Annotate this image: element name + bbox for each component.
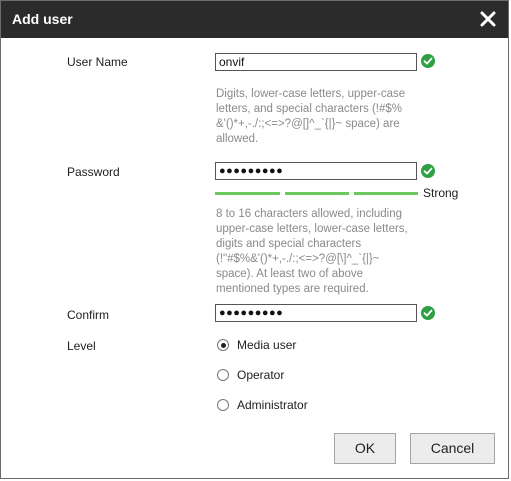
- check-circle-icon: [421, 164, 435, 178]
- password-label: Password: [67, 165, 120, 179]
- username-label: User Name: [67, 55, 128, 69]
- password-hint: 8 to 16 characters allowed, including up…: [216, 208, 408, 295]
- level-label: Level: [67, 339, 96, 353]
- ok-button[interactable]: OK: [334, 433, 396, 464]
- strength-bar-segment: [354, 192, 418, 195]
- strength-label: Strong: [423, 186, 459, 200]
- radio-button[interactable]: [217, 339, 229, 351]
- close-icon[interactable]: [478, 9, 498, 29]
- strength-bar-segment: [215, 192, 280, 195]
- username-hint: Digits, lower-case letters, upper-case l…: [216, 88, 406, 145]
- radio-label: Media user: [237, 338, 297, 352]
- radio-button[interactable]: [217, 369, 229, 381]
- check-circle-icon: [421, 306, 435, 320]
- radio-label: Administrator: [237, 398, 308, 412]
- radio-button[interactable]: [217, 399, 229, 411]
- add-user-dialog: Add user User Name onvif Digits, lower-c…: [0, 0, 509, 479]
- confirm-input[interactable]: ●●●●●●●●●: [215, 304, 417, 322]
- password-input[interactable]: ●●●●●●●●●: [215, 162, 417, 180]
- dialog-titlebar: Add user: [1, 1, 508, 38]
- confirm-label: Confirm: [67, 308, 110, 322]
- radio-label: Operator: [237, 368, 285, 382]
- username-input[interactable]: onvif: [215, 53, 417, 71]
- strength-bar-segment: [285, 192, 349, 195]
- dialog-title: Add user: [12, 11, 73, 27]
- cancel-button[interactable]: Cancel: [410, 433, 495, 464]
- check-circle-icon: [421, 54, 435, 68]
